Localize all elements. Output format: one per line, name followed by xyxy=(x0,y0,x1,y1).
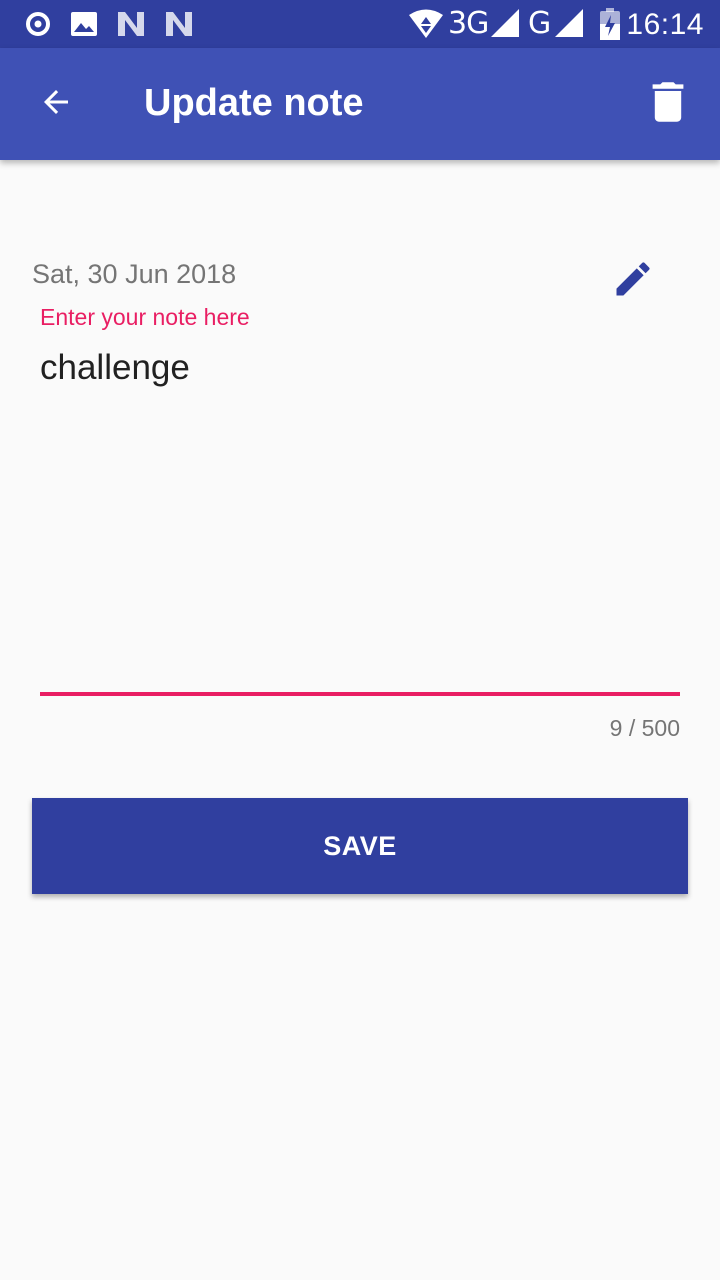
note-input-underline xyxy=(40,692,680,696)
save-button[interactable]: SAVE xyxy=(32,798,688,894)
n-notification-icon xyxy=(164,10,194,38)
signal-icon xyxy=(490,8,520,37)
wifi-data-icon xyxy=(408,8,444,38)
pencil-icon xyxy=(611,257,655,306)
status-bar: 3G G 16:14 xyxy=(0,0,720,48)
signal-icon xyxy=(554,8,584,37)
network-type-label: 3G xyxy=(448,6,489,41)
image-icon xyxy=(70,10,98,38)
network-type-label: G xyxy=(528,6,551,41)
n-notification-icon xyxy=(116,10,146,38)
battery-charging-icon xyxy=(598,8,622,40)
note-input-label: Enter your note here xyxy=(40,304,250,330)
note-date: Sat, 30 Jun 2018 xyxy=(32,259,237,289)
edit-date-button[interactable] xyxy=(604,252,662,310)
page-title: Update note xyxy=(144,82,364,124)
status-time: 16:14 xyxy=(626,8,704,41)
arrow-back-icon xyxy=(38,84,74,125)
trash-icon xyxy=(648,80,688,129)
note-input[interactable]: challenge xyxy=(40,348,680,688)
record-icon xyxy=(24,10,52,38)
character-counter: 9 / 500 xyxy=(609,715,680,741)
app-bar: Update note xyxy=(0,48,720,160)
delete-button[interactable] xyxy=(636,72,700,136)
back-button[interactable] xyxy=(24,72,88,136)
